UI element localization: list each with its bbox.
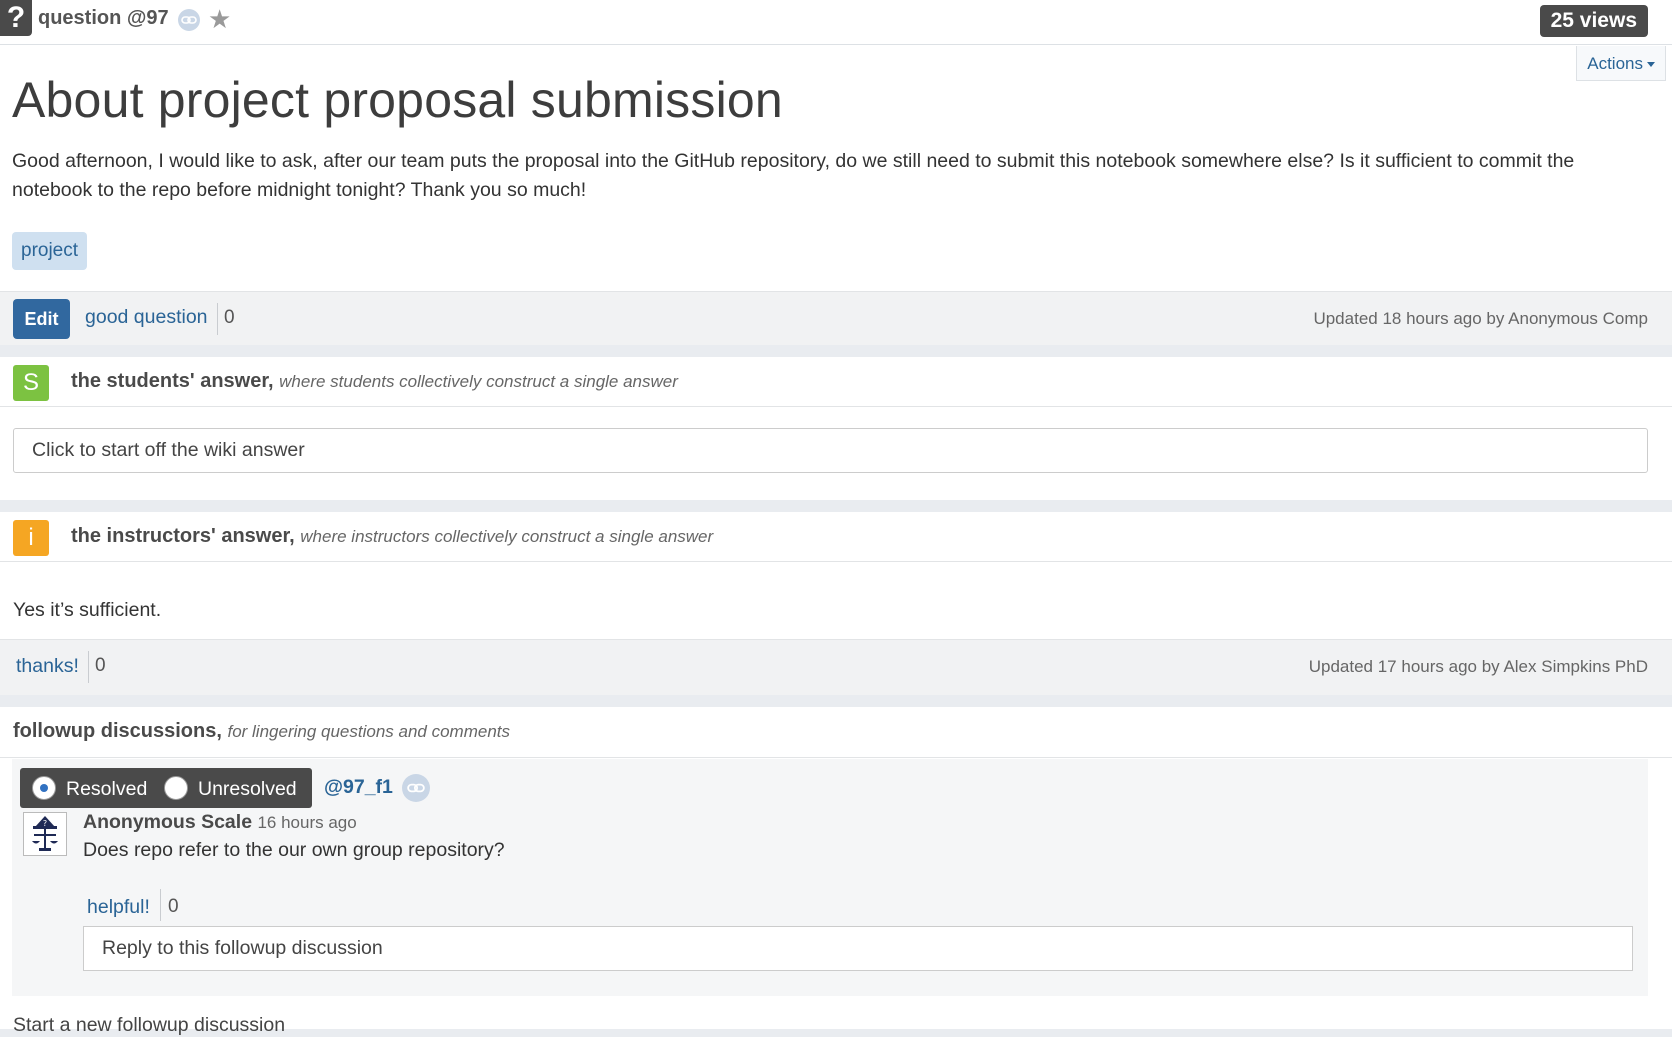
followup-title: followup discussions, for lingering ques… (13, 720, 510, 743)
students-answer-panel: S the students' answer, where students c… (0, 357, 1672, 500)
unresolved-label[interactable]: Unresolved (198, 778, 297, 801)
good-question-button[interactable]: good question (85, 306, 208, 329)
question-number: question @97 (38, 7, 169, 29)
link-icon[interactable] (178, 9, 200, 31)
followup-panel: followup discussions, for lingering ques… (0, 707, 1672, 1036)
followup-text: Does repo refer to the our own group rep… (83, 839, 505, 861)
followup-thread: Resolved Unresolved @97_f1 ? Anonymous S… (12, 759, 1648, 996)
star-icon[interactable]: ★ (208, 4, 231, 35)
question-header: ? question @97 ★ 25 views (0, 0, 1672, 45)
actions-dropdown[interactable]: Actions (1576, 46, 1666, 81)
resolve-toggle: Resolved Unresolved (20, 768, 312, 808)
instructors-answer-updated: Updated 17 hours ago by Alex Simpkins Ph… (1308, 657, 1648, 676)
svg-text:?: ? (43, 819, 47, 828)
question-updated: Updated 18 hours ago by Anonymous Comp (1313, 309, 1648, 328)
helpful-button[interactable]: helpful! (87, 896, 150, 919)
question-icon: ? (0, 0, 32, 36)
students-badge: S (13, 365, 49, 401)
followup-subtitle: for lingering questions and comments (227, 722, 511, 741)
divider (217, 303, 218, 335)
instructors-badge: i (13, 520, 49, 556)
followup-header: followup discussions, for lingering ques… (0, 707, 1672, 758)
good-question-count: 0 (224, 307, 235, 328)
wiki-answer-input[interactable]: Click to start off the wiki answer (13, 428, 1648, 473)
instructors-answer-header: i the instructors' answer, where instruc… (0, 512, 1672, 562)
followup-id-link[interactable]: @97_f1 (324, 776, 393, 799)
avatar: ? (23, 812, 67, 856)
instructors-answer-title: the instructors' answer, where instructo… (71, 525, 713, 548)
students-answer-header: S the students' answer, where students c… (0, 357, 1672, 407)
views-badge: 25 views (1539, 5, 1648, 37)
instructors-answer-heading: the instructors' answer, (71, 525, 295, 547)
resolved-label[interactable]: Resolved (66, 778, 147, 801)
edit-button[interactable]: Edit (13, 299, 70, 339)
thanks-count: 0 (95, 655, 106, 676)
thanks-button[interactable]: thanks! (16, 655, 79, 678)
students-answer-subtitle: where students collectively construct a … (279, 372, 678, 391)
followup-time: 16 hours ago (257, 813, 357, 832)
question-body: Actions About project proposal submissio… (0, 45, 1672, 291)
reply-input[interactable]: Reply to this followup discussion (83, 926, 1633, 971)
followup-heading: followup discussions, (13, 720, 222, 742)
instructors-answer-subtitle: where instructors collectively construct… (300, 527, 714, 546)
students-answer-heading: the students' answer, (71, 370, 274, 392)
new-followup-prompt[interactable]: Start a new followup discussion (13, 1014, 285, 1037)
question-text: Good afternoon, I would like to ask, aft… (12, 150, 1575, 201)
caret-down-icon (1647, 62, 1655, 68)
question-title: About project proposal submission (12, 72, 783, 128)
unresolved-radio[interactable] (164, 776, 188, 800)
resolved-radio[interactable] (32, 776, 56, 800)
link-icon[interactable] (402, 774, 430, 802)
divider (160, 889, 161, 921)
instructors-answer-panel: i the instructors' answer, where instruc… (0, 512, 1672, 695)
helpful-count: 0 (168, 896, 179, 917)
instructors-answer-text: Yes it’s sufficient. (13, 599, 162, 621)
students-answer-title: the students' answer, where students col… (71, 370, 678, 393)
actions-label: Actions (1587, 54, 1643, 73)
author-name: Anonymous Scale (83, 811, 253, 833)
post-view: ? question @97 ★ 25 views Actions About … (0, 0, 1672, 1036)
followup-author: Anonymous Scale 16 hours ago (83, 811, 357, 834)
question-footer: Edit good question 0 Updated 18 hours ag… (0, 291, 1672, 345)
divider (88, 651, 89, 683)
tag-project[interactable]: project (12, 232, 88, 270)
instructors-answer-footer: thanks! 0 Updated 17 hours ago by Alex S… (0, 639, 1672, 695)
